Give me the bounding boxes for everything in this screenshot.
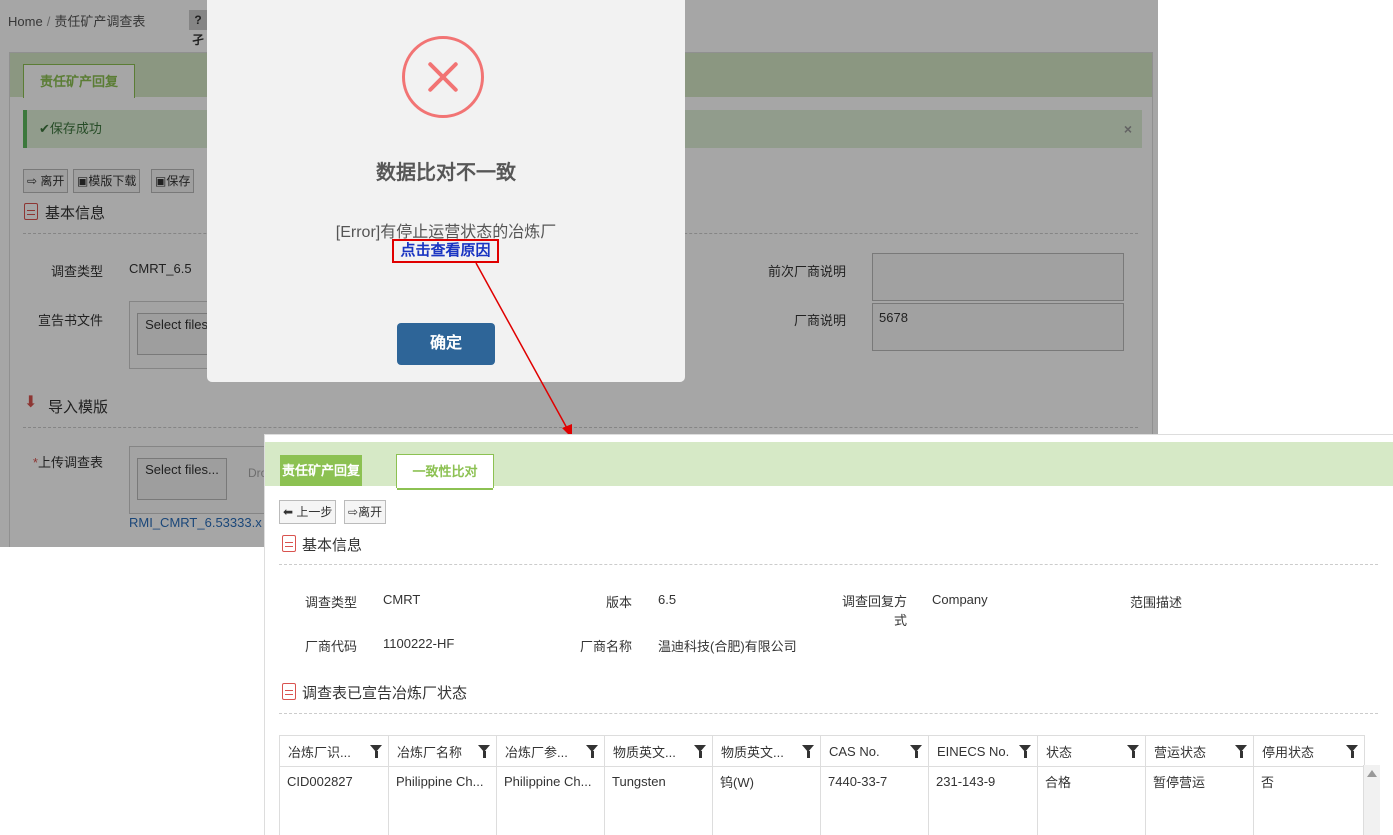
exit-icon: ⇨	[348, 505, 359, 519]
section-basic-title: 基本信息	[302, 537, 363, 554]
vendor-name-value: 温迪科技(合肥)有限公司	[658, 639, 797, 654]
scope-label: 范围描述	[1129, 595, 1182, 610]
column-label: 营运状态	[1154, 744, 1207, 760]
tab-consistency-check[interactable]: 一致性比对	[396, 454, 494, 490]
filter-icon[interactable]	[478, 745, 490, 758]
filter-icon[interactable]	[910, 745, 922, 758]
column-header[interactable]: 物质英文...	[712, 735, 821, 767]
column-header[interactable]: 停用状态	[1253, 735, 1365, 767]
table-header-row: 冶炼厂识... 冶炼厂名称 冶炼厂参... 物质英文... 物质英文... CA…	[279, 735, 1365, 767]
filter-icon[interactable]	[1127, 745, 1139, 758]
column-label: CAS No.	[829, 743, 880, 759]
column-header[interactable]: 冶炼厂名称	[388, 735, 497, 767]
column-header[interactable]: 营运状态	[1145, 735, 1254, 767]
comparison-screenshot: 责任矿产回复 一致性比对 ⬅ 上一步 ⇨离开 基本信息 调查类型 CMRT 版本…	[264, 434, 1393, 835]
table-cell: 否	[1253, 766, 1365, 795]
column-label: 状态	[1046, 744, 1073, 760]
reply-mode-value: Company	[932, 592, 988, 607]
table-cell: Philippine Ch...	[496, 766, 605, 795]
filter-icon[interactable]	[1019, 745, 1031, 758]
version-value: 6.5	[658, 592, 677, 607]
table-row-empty	[279, 795, 1365, 835]
survey-type-value: CMRT	[383, 592, 421, 607]
column-label: 冶炼厂识...	[288, 744, 351, 760]
column-label: 冶炼厂名称	[397, 744, 463, 760]
list-icon	[282, 535, 296, 552]
smelter-table: 冶炼厂识... 冶炼厂名称 冶炼厂参... 物质英文... 物质英文... CA…	[279, 735, 1365, 835]
column-label: EINECS No.	[937, 743, 1010, 759]
table-cell: Tungsten	[604, 766, 713, 795]
column-header[interactable]: CAS No.	[820, 735, 929, 767]
tab-bar: 责任矿产回复 一致性比对	[265, 442, 1393, 490]
column-header[interactable]: 冶炼厂识...	[279, 735, 389, 767]
vendor-code-label: 厂商代码	[304, 639, 357, 654]
column-header[interactable]: EINECS No.	[928, 735, 1038, 767]
column-label: 物质英文...	[613, 744, 676, 760]
table-cell: 合格	[1037, 766, 1146, 795]
vendor-name-label: 厂商名称	[579, 639, 632, 654]
tab-consistency-label: 一致性比对	[412, 464, 478, 479]
reply-mode-label: 调查回复方式	[841, 594, 907, 628]
table-cell: 231-143-9	[928, 766, 1038, 795]
column-header[interactable]: 冶炼厂参...	[496, 735, 605, 767]
version-label: 版本	[605, 595, 632, 610]
arrow-left-icon: ⬅	[283, 505, 294, 519]
column-label: 停用状态	[1262, 744, 1315, 760]
list-icon	[282, 683, 296, 700]
filter-icon[interactable]	[1346, 745, 1358, 758]
filter-icon[interactable]	[802, 745, 814, 758]
column-label: 物质英文...	[721, 744, 784, 760]
table-cell: Philippine Ch...	[388, 766, 497, 795]
table-row[interactable]: CID002827 Philippine Ch... Philippine Ch…	[279, 766, 1365, 795]
filter-icon[interactable]	[370, 745, 382, 758]
table-cell: CID002827	[279, 766, 389, 795]
tab-responsible-minerals[interactable]: 责任矿产回复	[280, 455, 362, 486]
vendor-code-value: 1100222-HF	[383, 636, 455, 651]
column-header[interactable]: 状态	[1037, 735, 1146, 767]
filter-icon[interactable]	[586, 745, 598, 758]
scroll-up-icon[interactable]	[1367, 770, 1377, 777]
filter-icon[interactable]	[694, 745, 706, 758]
filter-icon[interactable]	[1235, 745, 1247, 758]
table-cell: 钨(W)	[712, 766, 821, 795]
section-smelters-title: 调查表已宣告冶炼厂状态	[302, 685, 468, 702]
column-label: 冶炼厂参...	[505, 744, 568, 760]
prev-step-label: 上一步	[296, 505, 333, 519]
leave-label: 离开	[358, 505, 383, 519]
column-header[interactable]: 物质英文...	[604, 735, 713, 767]
leave-button[interactable]: ⇨离开	[344, 500, 387, 524]
survey-type-label: 调查类型	[304, 595, 357, 610]
table-cell: 7440-33-7	[820, 766, 929, 795]
table-cell: 暂停营运	[1145, 766, 1254, 795]
divider	[279, 564, 1378, 565]
prev-step-button[interactable]: ⬅ 上一步	[279, 500, 337, 524]
divider	[279, 713, 1378, 714]
vertical-scrollbar[interactable]	[1363, 765, 1380, 835]
